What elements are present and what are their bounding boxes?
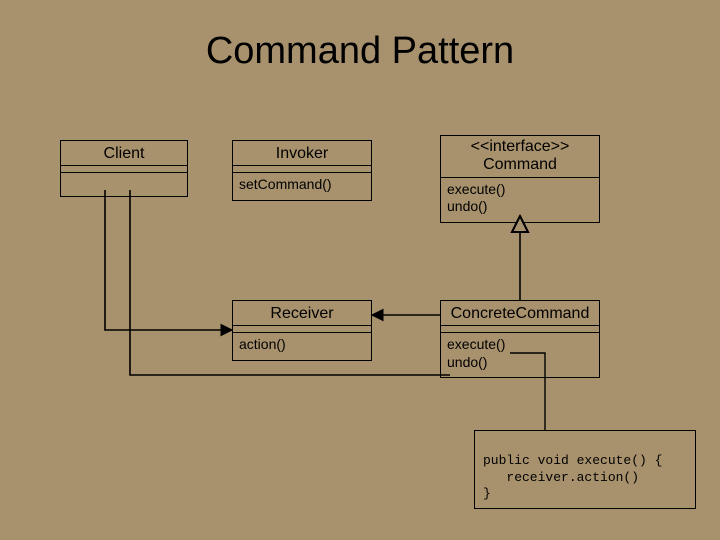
uml-command: <<interface>> Command execute() undo() <box>440 135 600 223</box>
uml-concrete-title: ConcreteCommand <box>441 301 599 326</box>
uml-concrete-empty <box>441 326 599 333</box>
uml-concrete-method-execute: execute() <box>447 336 593 354</box>
uml-command-method-undo: undo() <box>447 198 593 216</box>
uml-client: Client <box>60 140 188 197</box>
uml-invoker: Invoker setCommand() <box>232 140 372 201</box>
uml-invoker-title: Invoker <box>233 141 371 166</box>
code-note-line1: public void execute() { <box>483 453 662 468</box>
code-note-line2: receiver.action() <box>483 470 639 485</box>
uml-command-method-execute: execute() <box>447 181 593 199</box>
uml-client-title: Client <box>61 141 187 166</box>
uml-concrete-body: execute() undo() <box>441 333 599 377</box>
uml-client-empty <box>61 166 187 173</box>
uml-command-stereotype: <<interface>> <box>441 138 599 156</box>
uml-receiver: Receiver action() <box>232 300 372 361</box>
uml-invoker-empty <box>233 166 371 173</box>
uml-command-title: <<interface>> Command <box>441 136 599 178</box>
uml-receiver-title: Receiver <box>233 301 371 326</box>
uml-client-body <box>61 173 187 196</box>
uml-receiver-body: action() <box>233 333 371 360</box>
uml-command-name: Command <box>441 156 599 174</box>
uml-receiver-empty <box>233 326 371 333</box>
code-note: public void execute() { receiver.action(… <box>474 430 696 509</box>
uml-concrete-command: ConcreteCommand execute() undo() <box>440 300 600 378</box>
uml-invoker-body: setCommand() <box>233 173 371 200</box>
arrow-client-to-receiver <box>105 190 232 330</box>
code-note-line3: } <box>483 486 491 501</box>
uml-command-body: execute() undo() <box>441 178 599 222</box>
uml-concrete-method-undo: undo() <box>447 354 593 372</box>
page-title: Command Pattern <box>0 30 720 73</box>
